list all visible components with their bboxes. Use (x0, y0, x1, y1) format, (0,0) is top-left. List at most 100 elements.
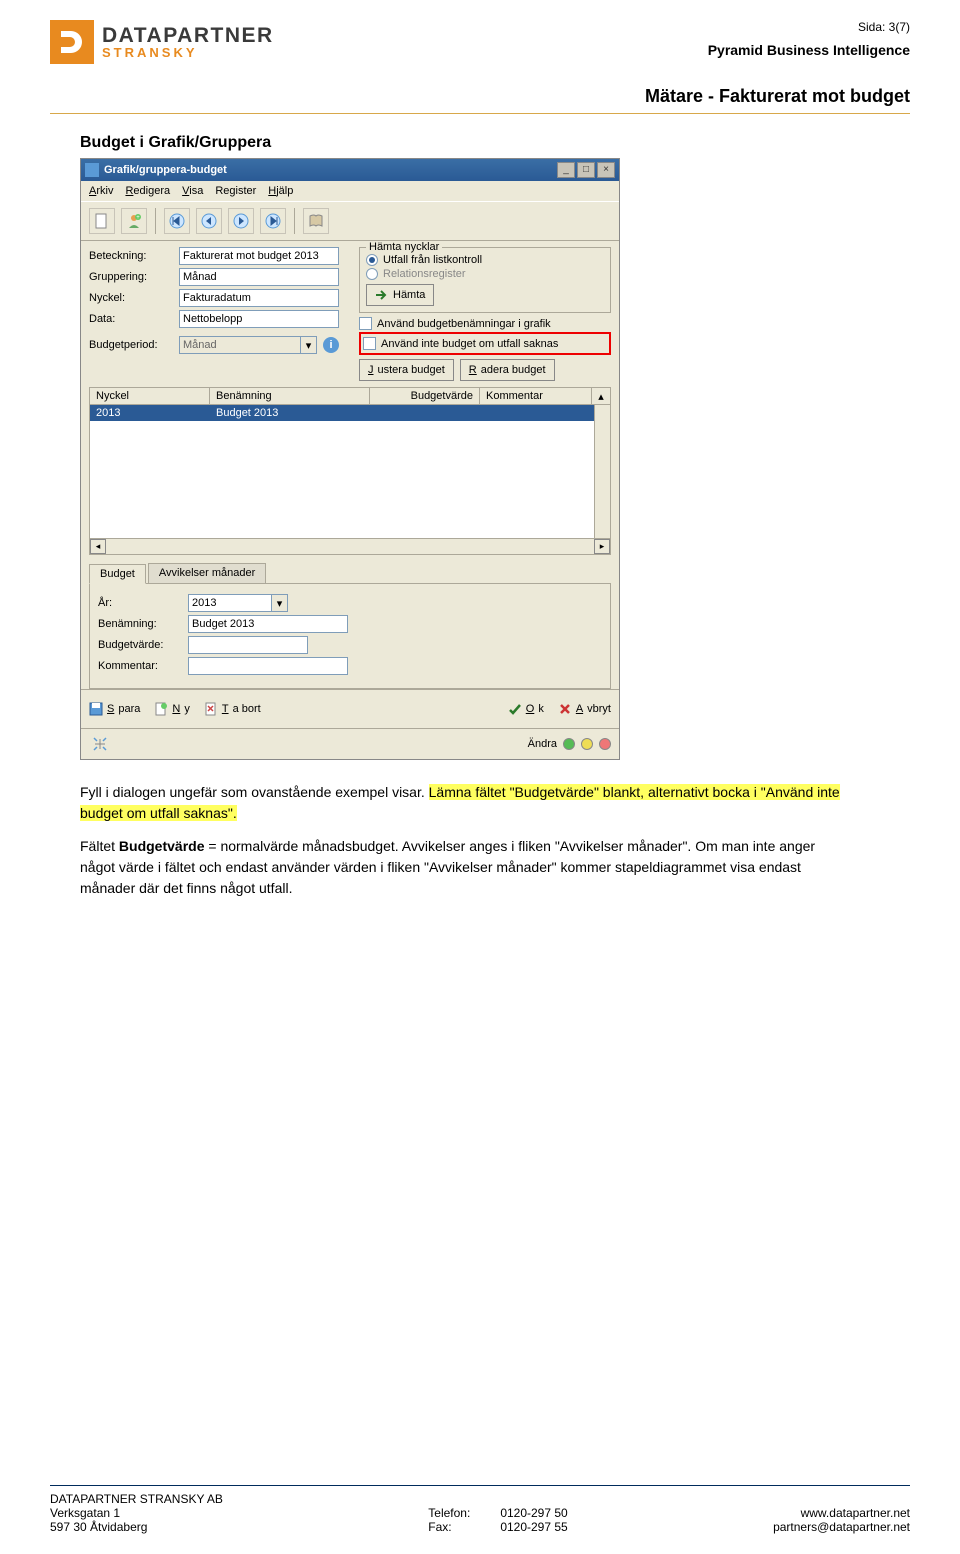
status-dot-yellow-icon (581, 738, 593, 750)
expand-button[interactable] (89, 733, 111, 755)
kom-label: Kommentar: (98, 660, 188, 672)
gruppering-input[interactable] (179, 268, 339, 286)
tab-budget[interactable]: Budget (89, 564, 146, 584)
nyckel-input[interactable] (179, 289, 339, 307)
checkbox-icon (359, 317, 372, 330)
grid-header-budgetvarde[interactable]: Budgetvärde (370, 388, 480, 404)
ar-select[interactable] (188, 594, 272, 612)
chevron-down-icon[interactable]: ▾ (272, 594, 288, 612)
radio-relation-label: Relationsregister (383, 268, 466, 280)
highlighted-option: Använd inte budget om utfall saknas (359, 332, 611, 355)
footer-fax-value: 0120-297 55 (500, 1520, 567, 1534)
toolbar-btn-book-icon[interactable] (303, 208, 329, 234)
grid-body[interactable]: 2013 Budget 2013 ◂▸ (89, 405, 611, 555)
toolbar-btn-first-icon[interactable] (164, 208, 190, 234)
toolbar: + (81, 201, 619, 241)
budget-tab-panel: År: ▾ Benämning: Budgetvärde: Kommentar: (89, 584, 611, 689)
body-text: Fyll i dialogen ungefär som ovanstående … (80, 782, 840, 899)
benamning-input[interactable] (188, 615, 348, 633)
menu-visa[interactable]: Visa (182, 185, 203, 197)
footer-addr2: 597 30 Åtvidaberg (50, 1520, 223, 1534)
grid-row[interactable]: 2013 Budget 2013 (90, 405, 610, 421)
radera-budget-button[interactable]: Radera budget (460, 359, 555, 381)
body-p1a: Fyll i dialogen ungefär som ovanstående … (80, 784, 429, 800)
doc-group: Pyramid Business Intelligence (708, 42, 910, 58)
svg-text:+: + (136, 215, 140, 221)
scroll-up-icon[interactable]: ▴ (592, 388, 610, 404)
ar-label: År: (98, 597, 188, 609)
ben-label: Benämning: (98, 618, 188, 630)
toolbar-separator (155, 208, 156, 234)
footer-addr1: Verksgatan 1 (50, 1506, 223, 1520)
status-bar: Ändra (81, 728, 619, 759)
header-divider (50, 113, 910, 114)
checkbox-utfall-saknas[interactable]: Använd inte budget om utfall saknas (363, 337, 607, 350)
radio-utfall[interactable]: Utfall från listkontroll (366, 254, 604, 266)
ok-button[interactable]: Ok (508, 698, 544, 720)
toolbar-btn-prev-icon[interactable] (196, 208, 222, 234)
scroll-right-icon[interactable]: ▸ (594, 539, 610, 554)
menu-redigera[interactable]: Redigera (125, 185, 170, 197)
menubar: Arkiv Redigera Visa Register Hjälp (81, 181, 619, 201)
data-input[interactable] (179, 310, 339, 328)
body-p2b: Budgetvärde (119, 838, 205, 854)
close-button[interactable]: × (597, 162, 615, 178)
action-bar: Spara Ny Ta bort Ok Avbryt (81, 689, 619, 728)
titlebar: Grafik/gruppera-budget _ □ × (81, 159, 619, 181)
grid-cell: Budget 2013 (210, 405, 370, 421)
toolbar-btn-next-icon[interactable] (228, 208, 254, 234)
grid-cell (370, 405, 480, 421)
horizontal-scrollbar[interactable]: ◂▸ (90, 538, 610, 554)
radio-icon (366, 268, 378, 280)
tabort-button[interactable]: Ta bort (204, 698, 261, 720)
toolbar-btn-new-icon[interactable] (89, 208, 115, 234)
footer-company: DATAPARTNER STRANSKY AB (50, 1492, 223, 1506)
justera-budget-button[interactable]: Justera budget (359, 359, 454, 381)
logo: DATAPARTNER STRANSKY (50, 20, 274, 64)
chevron-down-icon[interactable]: ▾ (301, 336, 317, 354)
radio-icon (366, 254, 378, 266)
section-title: Budget i Grafik/Gruppera (80, 134, 910, 152)
info-icon[interactable]: i (323, 337, 339, 353)
ny-button[interactable]: Ny (154, 698, 189, 720)
titlebar-icon (85, 163, 99, 177)
budgetvarde-input[interactable] (188, 636, 308, 654)
bv-label: Budgetvärde: (98, 639, 188, 651)
menu-hjalp[interactable]: Hjälp (268, 185, 293, 197)
footer-tel-value: 0120-297 50 (500, 1506, 567, 1520)
footer-web: www.datapartner.net (773, 1506, 910, 1520)
footer-email: partners@datapartner.net (773, 1520, 910, 1534)
checkbox-icon (363, 337, 376, 350)
radio-relation[interactable]: Relationsregister (366, 268, 604, 280)
gruppering-label: Gruppering: (89, 271, 179, 283)
vertical-scrollbar[interactable] (594, 405, 610, 538)
menu-register[interactable]: Register (215, 185, 256, 197)
nyckel-label: Nyckel: (89, 292, 179, 304)
status-dot-red-icon (599, 738, 611, 750)
maximize-button[interactable]: □ (577, 162, 595, 178)
budgetperiod-label: Budgetperiod: (89, 339, 179, 351)
grid-header-kommentar[interactable]: Kommentar (480, 388, 592, 404)
scroll-left-icon[interactable]: ◂ (90, 539, 106, 554)
menu-arkiv[interactable]: Arkiv (89, 185, 113, 197)
grid-header-nyckel[interactable]: Nyckel (90, 388, 210, 404)
beteckning-input[interactable] (179, 247, 339, 265)
titlebar-title: Grafik/gruppera-budget (104, 164, 557, 176)
hamta-button[interactable]: Hämta (366, 284, 434, 306)
toolbar-btn-last-icon[interactable] (260, 208, 286, 234)
minimize-button[interactable]: _ (557, 162, 575, 178)
grid-header-benamning[interactable]: Benämning (210, 388, 370, 404)
footer-tel-label: Telefon: (428, 1506, 470, 1520)
tab-avvikelser[interactable]: Avvikelser månader (148, 563, 266, 583)
toolbar-btn-user-icon[interactable]: + (121, 208, 147, 234)
checkbox-budgetbenamningar[interactable]: Använd budgetbenämningar i grafik (359, 317, 611, 330)
dialog-window: Grafik/gruppera-budget _ □ × Arkiv Redig… (80, 158, 620, 760)
checkbox-label: Använd budgetbenämningar i grafik (377, 318, 551, 330)
kommentar-input[interactable] (188, 657, 348, 675)
spara-button[interactable]: Spara (89, 698, 140, 720)
budgetperiod-select[interactable] (179, 336, 301, 354)
page-footer: DATAPARTNER STRANSKY AB Verksgatan 1 597… (50, 1485, 910, 1534)
avbryt-button[interactable]: Avbryt (558, 698, 611, 720)
logo-main-text: DATAPARTNER (102, 25, 274, 46)
data-label: Data: (89, 313, 179, 325)
